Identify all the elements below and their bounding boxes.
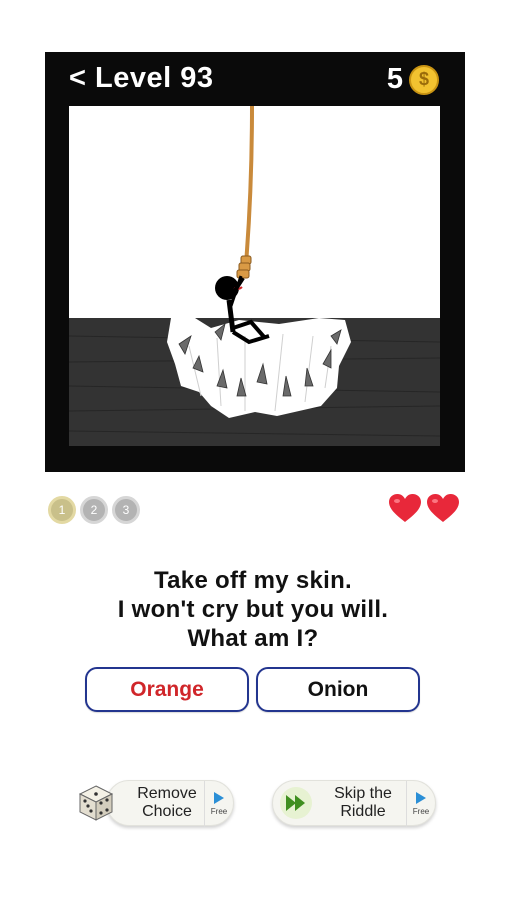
coin-icon: $ — [409, 64, 439, 95]
skip-riddle-label: Skip the Riddle — [319, 785, 407, 821]
game-frame: < Level 93 5 $ — [45, 52, 465, 472]
scene-illustration — [69, 106, 440, 446]
remove-choice-pill: Remove Choice Free — [106, 780, 234, 827]
progress-step-1: 1 — [48, 496, 76, 524]
coin-count: 5 — [386, 63, 403, 95]
free-label: Free — [210, 807, 228, 816]
remove-choice-line-1: Remove — [137, 785, 197, 802]
skip-riddle-pill: Skip the Riddle Free — [272, 780, 436, 827]
answer-onion-button[interactable]: Onion — [256, 667, 420, 712]
free-label: Free — [412, 807, 430, 816]
play-icon — [214, 792, 224, 804]
dice-icon — [78, 785, 114, 821]
remove-choice-button[interactable]: Remove Choice Free — [76, 778, 234, 828]
skip-riddle-button[interactable]: Skip the Riddle Free — [272, 778, 436, 828]
free-tag: Free — [406, 781, 435, 827]
fast-forward-icon — [280, 787, 312, 819]
coin-counter: 5 $ — [387, 63, 439, 96]
question-line-3: What am I? — [187, 625, 319, 652]
heart-icon — [427, 494, 459, 522]
lives — [388, 493, 460, 523]
heart-icon — [389, 494, 421, 522]
question-line-2: I won't cry but you will. — [117, 596, 389, 623]
progress-step-2: 2 — [80, 496, 108, 524]
progress-step-3: 3 — [112, 496, 140, 524]
remove-choice-label: Remove Choice — [119, 785, 215, 821]
free-tag: Free — [204, 781, 233, 827]
question-line-1: Take off my skin. — [153, 567, 353, 594]
back-level-button[interactable]: < Level 93 — [69, 62, 213, 95]
answer-orange-button[interactable]: Orange — [85, 667, 249, 712]
riddle-question: Take off my skin. I won't cry but you wi… — [0, 566, 506, 653]
remove-choice-line-2: Choice — [142, 803, 192, 820]
skip-riddle-line-1: Skip the — [334, 785, 392, 802]
play-icon — [416, 792, 426, 804]
riddle-scene — [69, 106, 440, 446]
level-progress: 1 2 3 — [48, 496, 140, 524]
skip-riddle-line-2: Riddle — [340, 803, 386, 820]
